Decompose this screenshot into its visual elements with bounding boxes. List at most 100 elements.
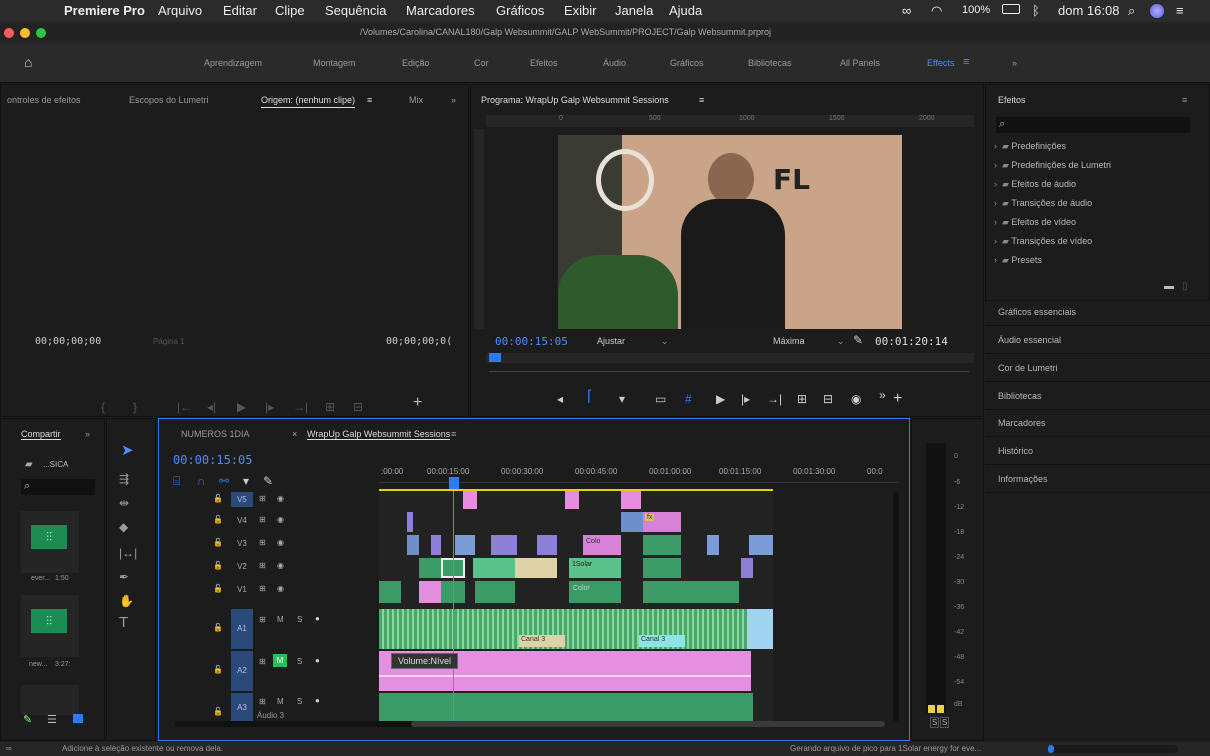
clip-a1-canal[interactable]: Canal 3 <box>639 635 685 647</box>
source-timecode-left[interactable]: 00;00;00;00 <box>35 336 101 347</box>
siri-icon[interactable] <box>1150 4 1164 18</box>
solo-right-button[interactable]: S <box>940 717 950 728</box>
play-icon[interactable]: ▶ <box>237 401 246 413</box>
tab-lumetri-scopes[interactable]: Escopos do Lumetri <box>129 95 209 105</box>
playhead-line[interactable] <box>453 491 454 721</box>
solo-button[interactable]: S <box>297 615 302 624</box>
tab-source[interactable]: Origem: (nenhum clipe) <box>261 95 356 108</box>
pen-icon[interactable]: ✎ <box>23 713 32 726</box>
program-panel-menu-icon[interactable]: ≡ <box>699 95 704 105</box>
lock-icon[interactable]: 🔓 <box>213 665 223 674</box>
panel-marcadores[interactable]: Marcadores <box>998 418 1046 428</box>
effects-search-input[interactable]: ⌕ <box>996 117 1190 133</box>
source-panel-menu-icon[interactable]: ≡ <box>367 95 372 105</box>
lock-icon[interactable]: 🔓 <box>213 538 223 547</box>
bin-name[interactable]: ...SICA <box>43 460 68 469</box>
clip-v4[interactable] <box>621 512 643 532</box>
step-forward-icon[interactable]: |▸ <box>265 401 274 413</box>
sync-lock-icon[interactable]: ⊞ <box>259 561 266 570</box>
track-label-v1[interactable]: V1 <box>231 582 253 597</box>
scrollbar-thumb[interactable] <box>411 721 885 727</box>
lock-icon[interactable]: 🔓 <box>213 623 223 632</box>
mute-button[interactable]: M <box>277 615 284 624</box>
workspace-cor[interactable]: Cor <box>474 58 489 68</box>
safe-margins-icon[interactable]: ▭ <box>655 393 666 405</box>
add-button-icon[interactable]: + <box>893 391 902 407</box>
program-scrubber[interactable] <box>486 353 974 363</box>
clip-v2-solar[interactable]: 1Solar <box>569 558 621 578</box>
linked-selection-icon[interactable]: ⚯ <box>219 475 229 487</box>
solo-button[interactable]: S <box>297 657 302 666</box>
marker-icon[interactable]: ▾ <box>619 393 625 405</box>
clip-a1[interactable] <box>379 609 773 649</box>
fit-dropdown[interactable]: Ajustar <box>597 336 625 346</box>
workspace-aprendizagem[interactable]: Aprendizagem <box>204 58 262 68</box>
lock-icon[interactable]: 🔓 <box>213 584 223 593</box>
effects-item-predefinicoes-lumetri[interactable]: › ▰ Predefinições de Lumetri <box>994 160 1111 171</box>
wifi-icon[interactable]: ◠ <box>931 3 942 19</box>
go-to-in-icon[interactable]: |← <box>177 401 192 413</box>
menu-clipe[interactable]: Clipe <box>275 3 305 18</box>
clip-v3[interactable] <box>407 535 419 555</box>
mark-in-icon[interactable]: { <box>101 401 105 413</box>
menu-arquivo[interactable]: Arquivo <box>158 3 202 18</box>
home-icon[interactable]: ⌂ <box>24 54 32 70</box>
sync-lock-icon[interactable]: ⊞ <box>259 494 266 503</box>
clip-v5[interactable] <box>463 491 477 509</box>
workspace-menu-icon[interactable]: ≡ <box>963 56 969 68</box>
lift-icon[interactable]: ⊞ <box>797 393 807 405</box>
clip-v1[interactable] <box>379 581 401 603</box>
effects-panel-title[interactable]: Efeitos <box>998 95 1026 105</box>
effects-item-efeitos-audio[interactable]: › ▰ Efeitos de áudio <box>994 179 1076 190</box>
quality-dropdown[interactable]: Máxima <box>773 336 805 346</box>
creative-cloud-icon[interactable]: ∞ <box>902 3 911 18</box>
play-icon[interactable]: ▶ <box>716 393 725 405</box>
panel-cor-lumetri[interactable]: Cor de Lumetri <box>998 363 1058 373</box>
tab-wrapup-sequence[interactable]: WrapUp Galp Websummit Sessions <box>307 429 451 440</box>
lock-icon[interactable]: 🔓 <box>213 515 223 524</box>
app-menu[interactable]: Premiere Pro <box>64 3 145 18</box>
menu-exibir[interactable]: Exibir <box>564 3 597 18</box>
type-tool-icon[interactable]: T <box>119 615 128 630</box>
fit-dropdown-chevron-icon[interactable]: ⌄ <box>661 336 669 347</box>
lock-icon[interactable]: 🔓 <box>213 561 223 570</box>
track-target-a1[interactable]: A1 <box>231 609 253 649</box>
effects-item-predefinicoes[interactable]: › ▰ Predefinições <box>994 141 1066 152</box>
spotlight-icon[interactable]: ⌕ <box>1128 3 1135 19</box>
sync-lock-icon[interactable]: ⊞ <box>259 515 266 524</box>
clip-v4-fx[interactable]: fx <box>643 512 681 532</box>
effects-item-transicoes-video[interactable]: › ▰ Transições de vídeo <box>994 236 1092 247</box>
microphone-icon[interactable]: ● <box>315 656 320 665</box>
pen-tool-icon[interactable]: ✒ <box>119 571 129 583</box>
clip-v5[interactable] <box>621 491 641 509</box>
workspace-efeitos[interactable]: Efeitos <box>530 58 558 68</box>
razor-tool-icon[interactable]: ◆ <box>119 521 128 533</box>
panel-bibliotecas[interactable]: Bibliotecas <box>998 391 1042 401</box>
menu-ajuda[interactable]: Ajuda <box>669 3 702 18</box>
effects-panel-menu-icon[interactable]: ≡ <box>1182 95 1187 105</box>
program-title[interactable]: Programa: WrapUp Galp Websummit Sessions <box>481 95 669 105</box>
go-to-out-icon[interactable]: →| <box>767 393 782 405</box>
settings-wrench-icon[interactable]: ✎ <box>853 333 863 347</box>
playhead-handle[interactable] <box>449 477 459 489</box>
clip-v3[interactable] <box>491 535 517 555</box>
lock-icon[interactable]: 🔓 <box>213 494 223 503</box>
hand-tool-icon[interactable]: ✋ <box>119 595 134 607</box>
new-bin-icon[interactable]: ▬ <box>1164 281 1174 292</box>
workspace-edicao[interactable]: Edição <box>402 58 430 68</box>
slip-tool-icon[interactable]: |↔| <box>119 547 137 559</box>
sync-lock-icon[interactable]: ⊞ <box>259 657 266 666</box>
clip-v1[interactable] <box>419 581 441 603</box>
panel-overflow-icon[interactable]: » <box>85 429 90 439</box>
workspace-audio[interactable]: Áudio <box>603 58 626 68</box>
effects-item-presets[interactable]: › ▰ Presets <box>994 255 1042 266</box>
tab-numeros-1dia[interactable]: NUMEROS 1DIA <box>181 429 250 439</box>
track-target-v5[interactable]: V5 <box>231 492 253 507</box>
add-marker-icon[interactable]: ◂ <box>557 393 563 405</box>
clip-v1[interactable] <box>475 581 515 603</box>
bluetooth-icon[interactable]: ᛒ <box>1032 3 1040 18</box>
panel-audio-essencial[interactable]: Áudio essencial <box>998 335 1061 345</box>
mark-out-icon[interactable]: } <box>133 401 137 413</box>
source-timecode-right[interactable]: 00;00;00;0( <box>386 336 452 347</box>
clip-v2[interactable] <box>473 558 515 578</box>
